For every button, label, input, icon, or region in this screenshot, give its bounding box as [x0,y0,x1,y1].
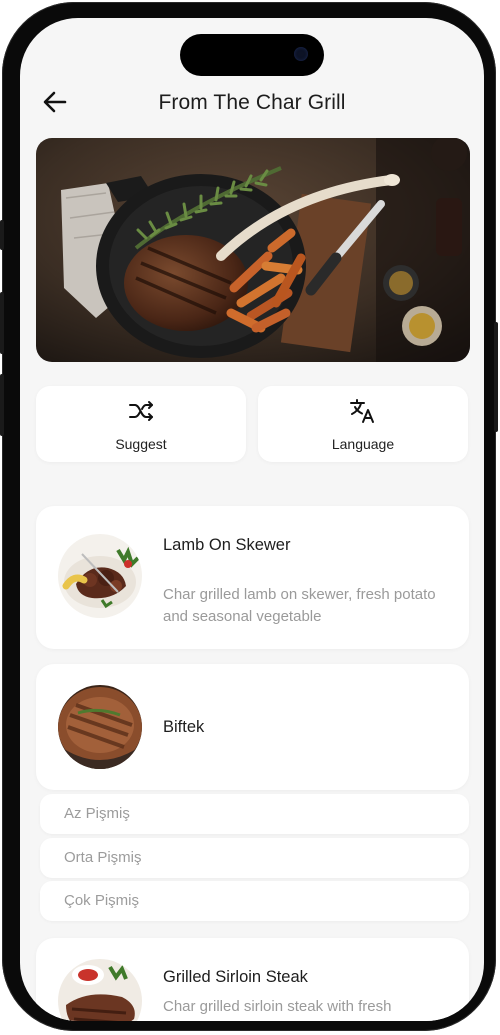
shuffle-icon [129,401,153,421]
dynamic-island [180,34,324,76]
menu-item-card[interactable]: Grilled Sirloin Steak Char grilled sirlo… [36,938,469,1021]
volume-down-button [0,374,4,436]
cooking-option[interactable]: Az Pişmiş [40,794,469,834]
item-thumbnail [58,685,142,769]
translate-icon [350,399,374,423]
top-bar: From The Char Grill [20,82,484,122]
language-button[interactable]: Language [258,386,468,462]
option-label: Az Pişmiş [64,805,130,822]
front-camera [294,47,308,61]
menu-item-card[interactable]: Biftek [36,664,469,790]
page-title: From The Char Grill [158,91,346,114]
cooking-option[interactable]: Çok Pişmiş [40,881,469,921]
action-button [0,220,4,250]
option-label: Çok Pişmiş [64,892,140,909]
item-description: Char grilled sirloin steak with fresh [163,998,392,1015]
suggest-button[interactable]: Suggest [36,386,246,462]
app-screen: From The Char Grill Suggest Language Lam… [20,18,484,1021]
suggest-label: Suggest [115,436,167,452]
phone-frame: From The Char Grill Suggest Language Lam… [0,2,498,1031]
hero-image [36,138,470,362]
language-label: Language [331,436,395,452]
power-button [494,322,498,432]
volume-up-button [0,292,4,354]
menu-item-card[interactable]: Lamb On Skewer Char grilled lamb on skew… [36,506,469,649]
cooking-option[interactable]: Orta Pişmiş [40,838,469,878]
item-name: Biftek [163,718,205,736]
item-description: Char grilled lamb on skewer, fresh potat… [163,586,436,625]
item-thumbnail [58,534,142,618]
item-name: Grilled Sirloin Steak [163,968,308,986]
item-thumbnail [58,959,142,1021]
item-name: Lamb On Skewer [163,536,291,554]
option-label: Orta Pişmiş [64,849,142,866]
